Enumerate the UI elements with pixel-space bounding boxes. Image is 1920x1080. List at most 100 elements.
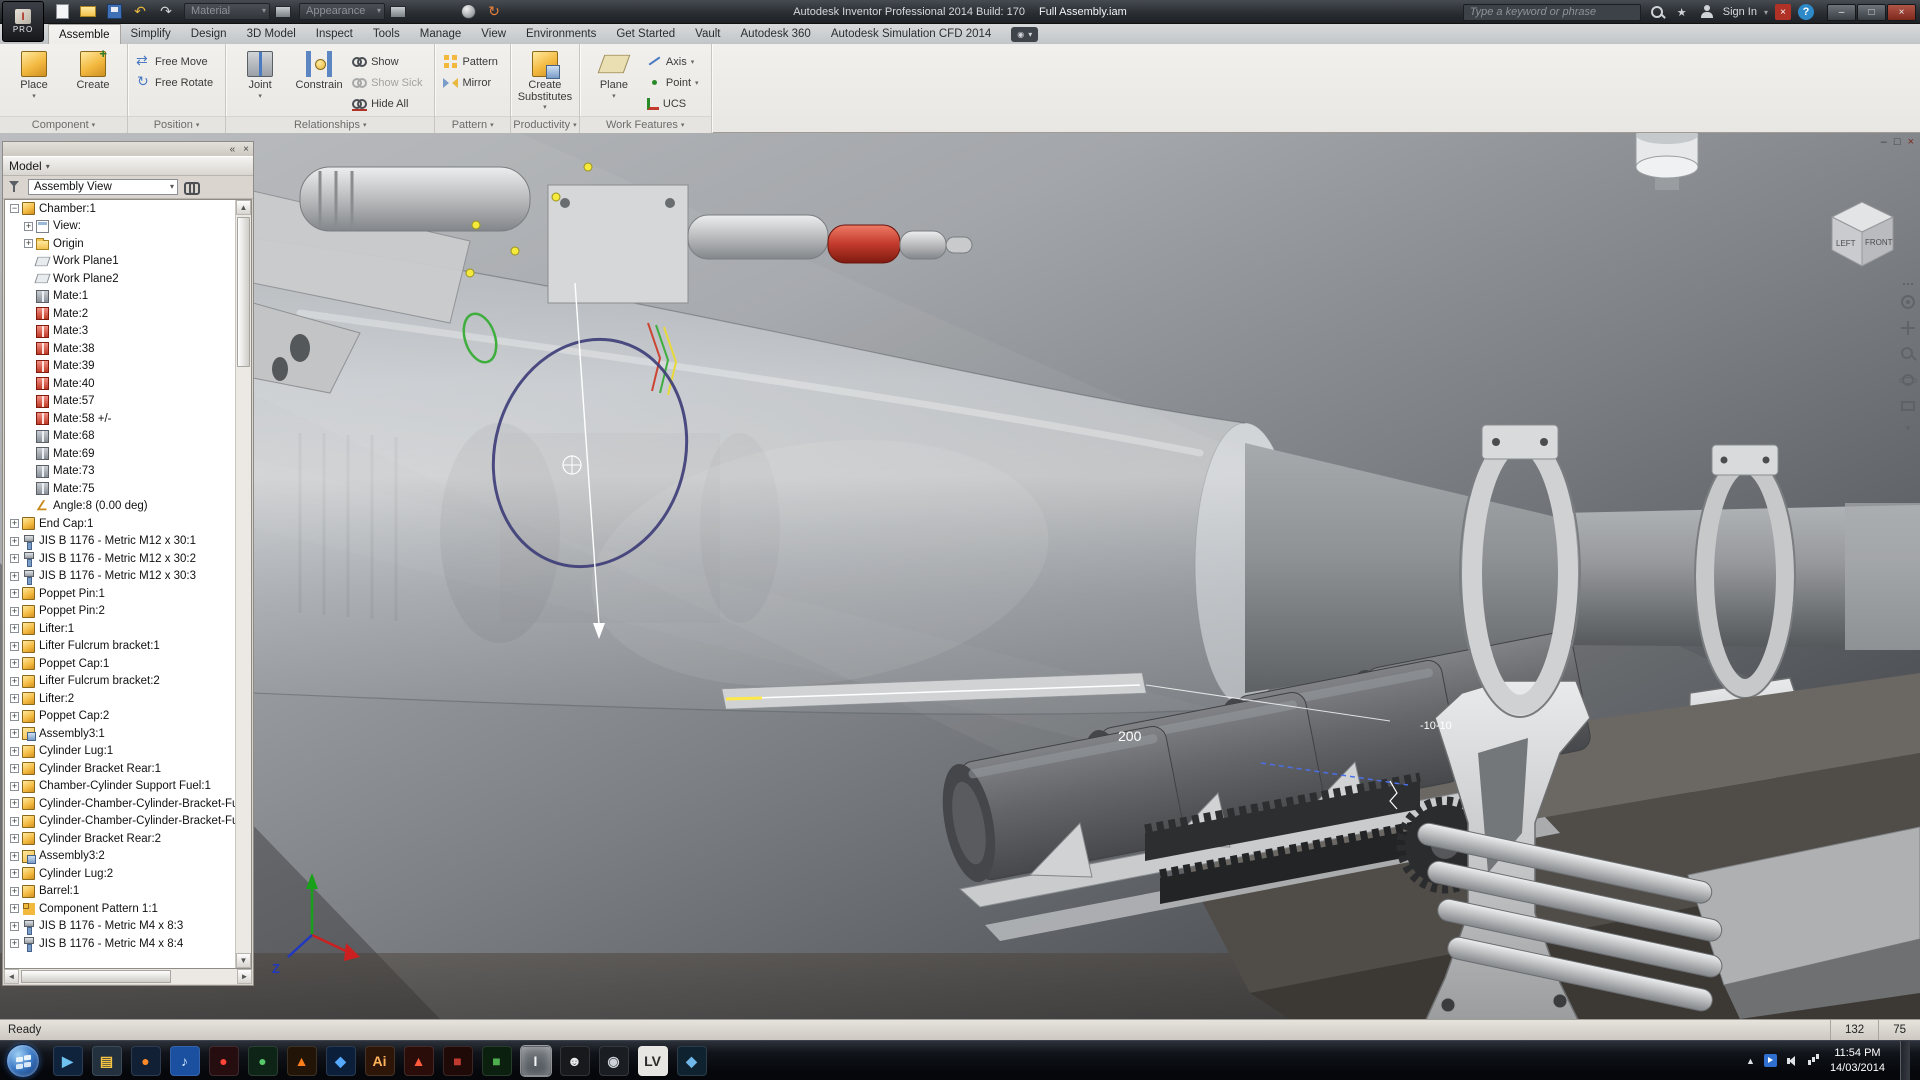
- favorites-star-icon[interactable]: ★: [1673, 3, 1691, 21]
- taskbar-illustrator[interactable]: Ai: [365, 1046, 395, 1076]
- help-icon[interactable]: ?: [1798, 4, 1814, 20]
- tree-expander[interactable]: +: [10, 729, 19, 738]
- tree-expander[interactable]: +: [10, 887, 19, 896]
- look-at-icon[interactable]: [1899, 397, 1917, 415]
- taskbar-red-app[interactable]: ■: [443, 1046, 473, 1076]
- taskbar-media-green[interactable]: ●: [248, 1046, 278, 1076]
- tab-get-started[interactable]: Get Started: [606, 24, 685, 44]
- tree-item[interactable]: Mate:39: [5, 358, 235, 376]
- red-plunger[interactable]: [828, 225, 900, 263]
- tree-expander[interactable]: +: [10, 607, 19, 616]
- hide-all-button[interactable]: Hide All: [350, 94, 428, 113]
- tree-expander[interactable]: +: [10, 712, 19, 721]
- viewcube-front-label[interactable]: FRONT: [1865, 238, 1893, 247]
- tree-item[interactable]: +Lifter:2: [5, 690, 235, 708]
- tree-item[interactable]: +Assembly3:2: [5, 848, 235, 866]
- show-hidden-icons-arrow[interactable]: ▲: [1746, 1056, 1755, 1066]
- panel-label-productivity[interactable]: Productivity▾: [511, 116, 579, 133]
- sign-in-dropdown-arrow[interactable]: ▾: [1764, 8, 1768, 17]
- free-rotate-button[interactable]: Free Rotate: [134, 73, 219, 92]
- tree-horizontal-scrollbar[interactable]: ◄ ►: [4, 969, 252, 984]
- tree-item[interactable]: +Lifter Fulcrum bracket:2: [5, 673, 235, 691]
- tab-design[interactable]: Design: [181, 24, 237, 44]
- taskbar-clock[interactable]: 11:54 PM 14/03/2014: [1830, 1046, 1885, 1076]
- tree-item[interactable]: −Chamber:1: [5, 200, 235, 218]
- scroll-left-arrow[interactable]: ◄: [4, 969, 19, 984]
- orbit-icon[interactable]: [1899, 371, 1917, 389]
- tab-autodesk-360[interactable]: Autodesk 360: [731, 24, 821, 44]
- tree-expander[interactable]: +: [10, 922, 19, 931]
- tab-vault[interactable]: Vault: [685, 24, 730, 44]
- material-sphere-icon[interactable]: [458, 3, 478, 21]
- ribbon-display-toggle[interactable]: ◉▾: [1011, 27, 1038, 42]
- tree-item[interactable]: Work Plane1: [5, 253, 235, 271]
- taskbar-inventor[interactable]: I: [521, 1046, 551, 1076]
- panel-label-relationships[interactable]: Relationships▾: [226, 116, 434, 133]
- panel-label-component[interactable]: Component▾: [0, 116, 127, 133]
- taskbar-opera[interactable]: ●: [209, 1046, 239, 1076]
- material-dropdown[interactable]: Material: [184, 3, 270, 20]
- taskbar-green-app[interactable]: ■: [482, 1046, 512, 1076]
- tree-expander[interactable]: +: [10, 537, 19, 546]
- tree-item[interactable]: +Cylinder-Chamber-Cylinder-Bracket-Fu: [5, 813, 235, 831]
- panel-label-pattern[interactable]: Pattern▾: [435, 116, 509, 133]
- tree-expander[interactable]: +: [24, 239, 33, 248]
- scroll-up-arrow[interactable]: ▲: [236, 200, 251, 215]
- taskbar-itunes[interactable]: ♪: [170, 1046, 200, 1076]
- close-button[interactable]: ×: [1887, 4, 1916, 21]
- material-swatch-icon[interactable]: [275, 6, 291, 18]
- tree-item[interactable]: +Barrel:1: [5, 883, 235, 901]
- tree-item[interactable]: +Lifter:1: [5, 620, 235, 638]
- redo-icon[interactable]: [156, 3, 176, 21]
- axis-button[interactable]: Axis▾: [645, 52, 705, 71]
- tab-view[interactable]: View: [471, 24, 516, 44]
- tree-expander[interactable]: +: [10, 694, 19, 703]
- tree-item[interactable]: Mate:69: [5, 445, 235, 463]
- browser-search-icon[interactable]: [184, 181, 202, 193]
- tree-expander[interactable]: +: [10, 904, 19, 913]
- tree-item[interactable]: +Chamber-Cylinder Support Fuel:1: [5, 778, 235, 796]
- zoom-icon[interactable]: [1899, 345, 1917, 363]
- open-icon[interactable]: [78, 3, 98, 21]
- create-button[interactable]: Create: [65, 47, 121, 92]
- pan-icon[interactable]: [1899, 319, 1917, 337]
- taskbar-skull-app[interactable]: ☻: [560, 1046, 590, 1076]
- doc-restore-button[interactable]: □: [1894, 136, 1901, 148]
- tree-expander[interactable]: +: [10, 852, 19, 861]
- navbar-more-icon[interactable]: ▾: [1906, 423, 1911, 434]
- tab-manage[interactable]: Manage: [410, 24, 472, 44]
- new-file-icon[interactable]: [52, 3, 72, 21]
- taskbar-firefox[interactable]: ●: [131, 1046, 161, 1076]
- doc-minimize-button[interactable]: –: [1881, 136, 1887, 148]
- tree-item[interactable]: +Origin: [5, 235, 235, 253]
- mirror-button[interactable]: Mirror: [441, 73, 503, 92]
- tree-item[interactable]: Mate:58 +/-: [5, 410, 235, 428]
- tree-expander[interactable]: +: [10, 642, 19, 651]
- panel-label-work-features[interactable]: Work Features▾: [580, 116, 711, 133]
- tree-expander[interactable]: +: [10, 834, 19, 843]
- free-move-button[interactable]: Free Move: [134, 52, 219, 71]
- tree-expander[interactable]: −: [10, 204, 19, 213]
- viewcube-left-label[interactable]: LEFT: [1836, 239, 1856, 248]
- tree-item[interactable]: +Assembly3:1: [5, 725, 235, 743]
- tree-item[interactable]: +Cylinder-Chamber-Cylinder-Bracket-Fu: [5, 795, 235, 813]
- taskbar-labview[interactable]: LV: [638, 1046, 668, 1076]
- maximize-button[interactable]: □: [1857, 4, 1886, 21]
- update-icon[interactable]: [484, 3, 504, 21]
- tree-expander[interactable]: +: [10, 659, 19, 668]
- tree-expander[interactable]: +: [10, 624, 19, 633]
- filter-icon[interactable]: [8, 180, 22, 194]
- tab-autodesk-simulation-cfd-2014[interactable]: Autodesk Simulation CFD 2014: [821, 24, 1001, 44]
- media-tray-icon[interactable]: [1764, 1054, 1777, 1067]
- application-menu-button[interactable]: I PRO: [2, 1, 44, 42]
- tree-vertical-scrollbar[interactable]: ▲ ▼: [235, 200, 251, 968]
- tree-item[interactable]: +Poppet Cap:2: [5, 708, 235, 726]
- tree-item[interactable]: Angle:8 (0.00 deg): [5, 498, 235, 516]
- tab-assemble[interactable]: Assemble: [48, 24, 121, 44]
- tree-item[interactable]: Mate:38: [5, 340, 235, 358]
- scroll-right-arrow[interactable]: ►: [237, 969, 252, 984]
- start-button[interactable]: [6, 1044, 40, 1078]
- taskbar-steam[interactable]: ◉: [599, 1046, 629, 1076]
- taskbar-windows-media-player[interactable]: ▶: [53, 1046, 83, 1076]
- taskbar-autodesk-app[interactable]: ◆: [677, 1046, 707, 1076]
